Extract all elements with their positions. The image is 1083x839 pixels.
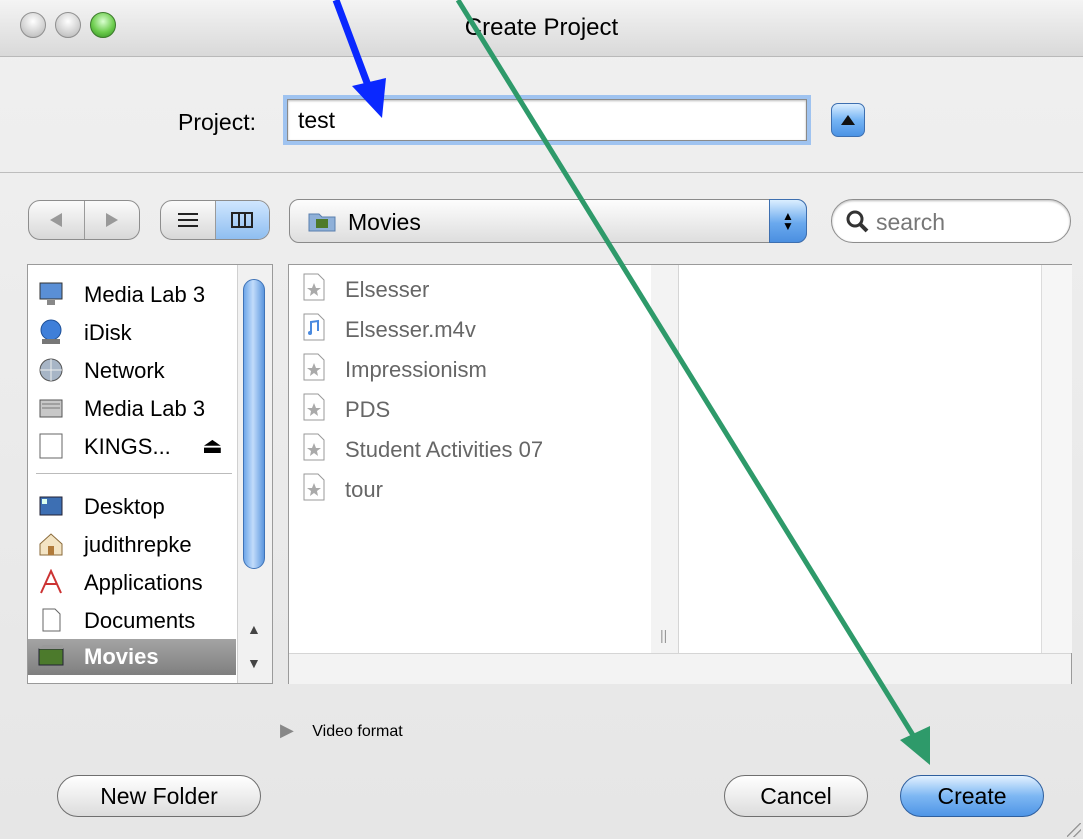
search-placeholder: search bbox=[876, 209, 946, 235]
sidebar-scroll-thumb[interactable] bbox=[243, 279, 265, 569]
column-view-button[interactable] bbox=[214, 201, 269, 239]
drive-icon bbox=[39, 433, 63, 459]
column-resize-handle[interactable]: || bbox=[651, 265, 679, 653]
file-browser: Elsesser Elsesser.m4v Impressionism PDS … bbox=[288, 264, 1072, 684]
project-file-icon bbox=[303, 353, 325, 381]
music-file-icon bbox=[303, 313, 325, 341]
cancel-button[interactable]: Cancel bbox=[724, 775, 868, 817]
sidebar-item-label: Network bbox=[84, 358, 165, 383]
sidebar-item-kings-drive[interactable]: KINGS... ⏏ bbox=[28, 429, 236, 465]
project-label: Project: bbox=[178, 109, 256, 135]
sidebar-item-label: Documents bbox=[84, 608, 196, 633]
file-label: tour bbox=[345, 477, 383, 502]
file-label: Elsesser.m4v bbox=[345, 317, 476, 342]
idisk-icon bbox=[40, 319, 62, 344]
document-icon bbox=[42, 608, 61, 632]
scroll-down-icon[interactable]: ▼ bbox=[247, 655, 261, 671]
file-label: Student Activities 07 bbox=[345, 437, 544, 462]
desktop-icon bbox=[39, 496, 63, 516]
project-file-icon bbox=[303, 393, 325, 421]
column-view-icon bbox=[231, 212, 254, 228]
project-row: Project: bbox=[0, 95, 1083, 155]
resize-grip[interactable] bbox=[1067, 823, 1081, 837]
title-bar: Create Project bbox=[0, 0, 1083, 57]
globe-icon bbox=[39, 358, 63, 382]
monitor-icon bbox=[39, 282, 63, 305]
sidebar-item-media-lab-3-disk[interactable]: Media Lab 3 bbox=[28, 391, 236, 427]
sidebar-item-documents[interactable]: Documents bbox=[28, 603, 236, 639]
sidebar-item-label: Media Lab 3 bbox=[84, 282, 206, 307]
new-folder-button[interactable]: New Folder bbox=[57, 775, 261, 817]
sidebar-item-network[interactable]: Network bbox=[28, 353, 236, 389]
file-label: Elsesser bbox=[345, 277, 430, 302]
forward-button[interactable] bbox=[83, 201, 140, 239]
list-view-icon bbox=[177, 213, 198, 227]
sidebar-item-home[interactable]: judithrepke bbox=[28, 527, 236, 563]
back-forward-control bbox=[28, 200, 140, 240]
project-file-icon bbox=[303, 473, 325, 501]
scroll-up-icon[interactable]: ▲ bbox=[247, 621, 261, 637]
sidebar-item-desktop[interactable]: Desktop bbox=[28, 489, 236, 525]
sidebar: Media Lab 3 iDisk Network Media Lab 3 KI… bbox=[27, 264, 273, 684]
list-view-button[interactable] bbox=[161, 201, 215, 239]
file-label: Impressionism bbox=[345, 357, 487, 382]
sidebar-item-label: judithrepke bbox=[84, 532, 192, 557]
create-button[interactable]: Create bbox=[900, 775, 1044, 817]
sidebar-item-idisk[interactable]: iDisk bbox=[28, 315, 236, 351]
applications-icon bbox=[40, 569, 62, 594]
movies-icon bbox=[38, 645, 64, 666]
triangle-up-icon bbox=[841, 115, 855, 125]
harddisk-icon bbox=[39, 399, 63, 418]
create-project-dialog: Create Project Project: Movies ▲▼ search bbox=[0, 0, 1083, 839]
separator bbox=[0, 172, 1083, 173]
video-format-disclosure[interactable]: ▶ Video format bbox=[280, 720, 403, 741]
back-icon bbox=[50, 213, 63, 227]
sidebar-separator bbox=[36, 473, 232, 474]
sidebar-item-applications[interactable]: Applications bbox=[28, 565, 236, 601]
location-popup[interactable]: Movies ▲ ▼ bbox=[289, 199, 807, 243]
disclosure-triangle-icon[interactable]: ▶ bbox=[280, 720, 294, 740]
sidebar-item-label: iDisk bbox=[84, 320, 132, 345]
browser-horizontal-scrollbar[interactable] bbox=[289, 653, 1071, 684]
search-icon bbox=[846, 210, 869, 233]
location-label: Movies bbox=[348, 209, 421, 235]
file-column: Elsesser Elsesser.m4v Impressionism PDS … bbox=[289, 265, 652, 653]
back-button[interactable] bbox=[29, 201, 84, 239]
collapse-browser-button[interactable] bbox=[831, 103, 865, 137]
sidebar-item-label: Movies bbox=[84, 644, 159, 669]
sidebar-item-label: Applications bbox=[84, 570, 203, 595]
search-field[interactable]: search bbox=[831, 199, 1071, 243]
sidebar-scrollbar[interactable]: ▲ ▼ bbox=[237, 265, 272, 683]
project-name-input[interactable] bbox=[287, 99, 807, 141]
sidebar-item-media-lab-3[interactable]: Media Lab 3 bbox=[28, 277, 236, 313]
forward-icon bbox=[105, 213, 118, 227]
browser-vertical-scrollbar[interactable] bbox=[1041, 265, 1072, 653]
popup-arrows-icon: ▲ ▼ bbox=[769, 199, 807, 243]
sidebar-item-label: Media Lab 3 bbox=[84, 396, 206, 421]
eject-icon[interactable]: ⏏ bbox=[202, 433, 223, 459]
resize-grip-icon[interactable]: || bbox=[660, 627, 667, 643]
project-file-icon bbox=[303, 433, 325, 461]
sidebar-item-label: KINGS... bbox=[84, 434, 171, 459]
window-title: Create Project bbox=[464, 14, 619, 41]
sidebar-item-movies[interactable]: Movies bbox=[28, 639, 236, 675]
project-file-icon bbox=[303, 273, 325, 301]
home-icon bbox=[39, 533, 63, 556]
file-label: PDS bbox=[345, 397, 391, 422]
video-format-label: Video format bbox=[312, 723, 403, 740]
view-mode-control bbox=[160, 200, 270, 240]
sidebar-item-label: Desktop bbox=[84, 494, 165, 519]
folder-icon bbox=[308, 213, 336, 232]
